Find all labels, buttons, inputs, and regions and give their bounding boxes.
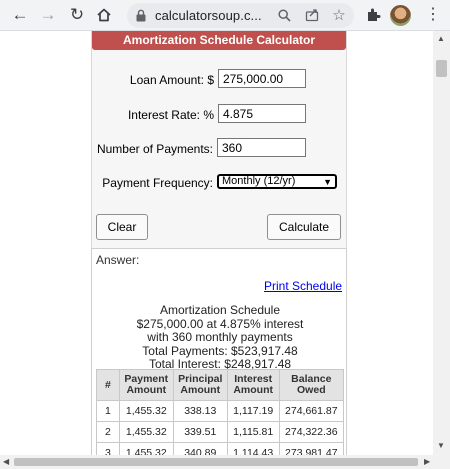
clear-button[interactable]: Clear bbox=[96, 214, 148, 240]
frequency-selected-value: Monthly (12/yr) bbox=[222, 175, 296, 187]
star-icon[interactable]: ☆ bbox=[330, 6, 348, 24]
table-row: 2 1,455.32 339.51 1,115.81 274,322.36 bbox=[96, 421, 345, 443]
page-viewport: Amortization Schedule Calculator Loan Am… bbox=[0, 31, 433, 455]
cell-balance: 274,322.36 bbox=[278, 421, 345, 443]
col-header-interest-line2: Amount bbox=[233, 384, 274, 396]
frequency-label: Payment Frequency: bbox=[102, 176, 213, 190]
cell-payment: 1,455.32 bbox=[118, 421, 174, 443]
col-header-principal: Principal Amount bbox=[172, 369, 228, 401]
lock-icon bbox=[136, 9, 146, 22]
chevron-down-icon: ▼ bbox=[323, 177, 332, 187]
summary-title: Amortization Schedule bbox=[159, 303, 281, 317]
cell-num: 2 bbox=[96, 421, 120, 443]
browser-toolbar: ← → ↻ calculatorsoup.c... ☆ ⋮ bbox=[0, 0, 450, 31]
col-header-payment-line2: Amount bbox=[126, 384, 167, 396]
forward-arrow-icon[interactable]: → bbox=[37, 4, 59, 26]
reload-icon[interactable]: ↻ bbox=[66, 4, 88, 26]
col-header-num: # bbox=[96, 369, 120, 401]
cell-payment: 1,455.32 bbox=[118, 442, 174, 455]
vertical-scrollbar[interactable]: ▲ ▼ bbox=[433, 31, 450, 455]
cell-interest: 1,117.19 bbox=[226, 400, 280, 422]
num-payments-input[interactable] bbox=[217, 138, 306, 157]
home-icon[interactable] bbox=[93, 4, 115, 26]
summary-payment-count: with 360 monthly payments bbox=[147, 330, 293, 344]
menu-dots-icon[interactable]: ⋮ bbox=[425, 4, 441, 26]
horizontal-scroll-thumb[interactable] bbox=[14, 458, 418, 466]
table-row: 3 1,455.32 340.89 1,114.43 273,981.47 bbox=[96, 442, 345, 455]
summary-total-payments: Total Payments: $523,917.48 bbox=[142, 344, 298, 358]
cell-principal: 340.89 bbox=[172, 442, 228, 455]
cell-payment: 1,455.32 bbox=[118, 400, 174, 422]
col-header-payment: Payment Amount bbox=[118, 369, 174, 401]
vertical-scroll-thumb[interactable] bbox=[436, 60, 447, 77]
interest-rate-label: Interest Rate: % bbox=[127, 108, 214, 122]
address-bar[interactable]: calculatorsoup.c... ☆ bbox=[127, 3, 354, 28]
col-header-principal-line2: Amount bbox=[180, 384, 221, 396]
extensions-icon[interactable] bbox=[364, 6, 382, 24]
scroll-down-arrow-icon[interactable]: ▼ bbox=[437, 441, 445, 450]
calculate-button[interactable]: Calculate bbox=[267, 214, 341, 240]
amortization-table: # Payment Amount Principal Amount Interest… bbox=[96, 369, 345, 455]
loan-amount-label: Loan Amount: $ bbox=[129, 73, 214, 87]
horizontal-scrollbar[interactable]: ◀ ▶ bbox=[0, 455, 450, 469]
share-icon[interactable] bbox=[303, 6, 321, 24]
search-icon[interactable] bbox=[275, 6, 293, 24]
frequency-select[interactable]: Monthly (12/yr) ▼ bbox=[217, 174, 337, 189]
cell-balance: 273,981.47 bbox=[278, 442, 345, 455]
interest-rate-input[interactable] bbox=[218, 104, 306, 123]
col-header-balance-line2: Owed bbox=[297, 384, 326, 396]
cell-interest: 1,114.43 bbox=[226, 442, 280, 455]
table-row: 1 1,455.32 338.13 1,117.19 274,661.87 bbox=[96, 400, 345, 422]
summary-principal-rate: $275,000.00 at 4.875% interest bbox=[136, 317, 304, 331]
calculator-title: Amortization Schedule Calculator bbox=[92, 31, 346, 50]
num-payments-label: Number of Payments: bbox=[96, 142, 213, 156]
cell-principal: 338.13 bbox=[172, 400, 228, 422]
cell-balance: 274,661.87 bbox=[278, 400, 345, 422]
cell-principal: 339.51 bbox=[172, 421, 228, 443]
answer-label: Answer: bbox=[96, 253, 140, 267]
back-arrow-icon[interactable]: ← bbox=[9, 4, 31, 26]
scroll-right-arrow-icon[interactable]: ▶ bbox=[424, 457, 430, 466]
loan-amount-input[interactable] bbox=[218, 69, 306, 88]
scroll-up-arrow-icon[interactable]: ▲ bbox=[437, 34, 445, 43]
avatar[interactable] bbox=[390, 5, 411, 26]
url-text[interactable]: calculatorsoup.c... bbox=[155, 8, 262, 23]
table-header-row: # Payment Amount Principal Amount Interest… bbox=[96, 369, 345, 401]
print-schedule-link[interactable]: Print Schedule bbox=[264, 279, 342, 293]
cell-num: 3 bbox=[96, 442, 120, 455]
cell-interest: 1,115.81 bbox=[226, 421, 280, 443]
scroll-left-arrow-icon[interactable]: ◀ bbox=[3, 457, 9, 466]
cell-num: 1 bbox=[96, 400, 120, 422]
col-header-balance: Balance Owed bbox=[278, 369, 345, 401]
col-header-interest: Interest Amount bbox=[226, 369, 280, 401]
